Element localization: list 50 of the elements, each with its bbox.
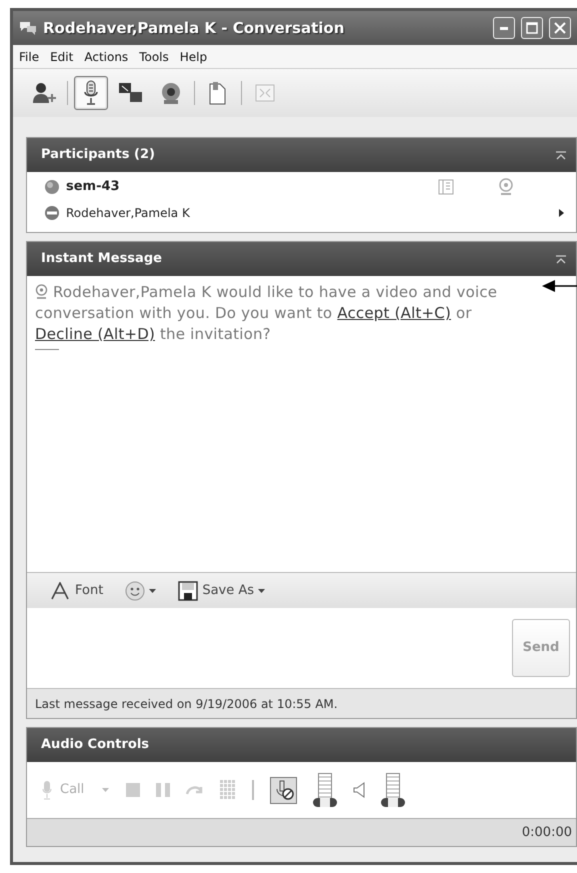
volume-slider[interactable] <box>313 773 338 807</box>
call-timer: 0:00:00 <box>522 824 572 842</box>
microphone-button[interactable] <box>74 76 108 110</box>
slider-thumb[interactable] <box>381 798 406 807</box>
invitation-link[interactable]: Accept (Alt+C) <box>337 304 452 322</box>
panel-title: Audio Controls <box>41 736 150 754</box>
speaker-icon[interactable] <box>353 782 366 798</box>
smiley-icon <box>125 580 146 600</box>
menu-item[interactable]: Help <box>180 48 208 66</box>
panel-title: Participants (2) <box>41 146 155 164</box>
window-title: Rodehaver,Pamela K - Conversation <box>43 18 346 39</box>
close-icon <box>554 22 566 34</box>
status-text: Last message received on 9/19/2006 at 10:55 AM. <box>35 696 338 712</box>
person-add-icon <box>31 81 57 105</box>
caret-icon <box>102 788 110 792</box>
menu-item[interactable]: Edit <box>50 48 74 66</box>
minimize-button[interactable] <box>493 17 515 39</box>
caret-icon <box>149 588 156 592</box>
invitation-link[interactable]: Decline (Alt+D) <box>35 325 155 343</box>
slider-thumb[interactable] <box>313 798 338 807</box>
font-icon <box>51 582 71 600</box>
emoticon-button[interactable] <box>125 580 156 600</box>
annotation-arrow <box>542 279 577 293</box>
menu-item[interactable]: File <box>19 48 40 66</box>
minimize-icon <box>500 26 508 30</box>
microphone-icon <box>42 780 52 800</box>
panel-title: Instant Message <box>41 250 162 268</box>
invitation-message: Rodehaver,Pamela K would like to have a video and voice conversation with you. Do you want to Accept (Alt+C) or Decline (Alt+D) the invitation? <box>35 282 498 345</box>
collapse-icon[interactable] <box>556 254 566 264</box>
mute-microphone-button[interactable] <box>270 776 298 804</box>
save-as-button[interactable]: Save As <box>178 580 266 600</box>
participant-name[interactable]: Rodehaver,Pamela K <box>66 204 553 222</box>
webcam-icon <box>35 283 48 301</box>
maximize-icon <box>526 22 538 34</box>
menu-item[interactable]: Actions <box>84 48 128 66</box>
caret-icon <box>258 588 266 592</box>
chat-bubbles-icon <box>19 21 37 35</box>
maximize-button[interactable] <box>521 17 543 39</box>
close-button[interactable] <box>549 17 571 39</box>
participant-name[interactable]: sem-43 <box>66 177 432 197</box>
screens-icon <box>118 82 144 104</box>
microphone-icon <box>83 80 99 106</box>
volume-slider[interactable] <box>381 773 406 807</box>
document-icon <box>208 81 228 105</box>
expand-arrow-icon[interactable] <box>559 209 564 217</box>
font-button[interactable]: Font <box>51 580 104 600</box>
menu-item[interactable]: Tools <box>139 48 169 66</box>
collapse-icon[interactable] <box>556 150 566 160</box>
compact-view-icon <box>255 84 275 102</box>
muted-microphone-icon <box>274 780 294 800</box>
